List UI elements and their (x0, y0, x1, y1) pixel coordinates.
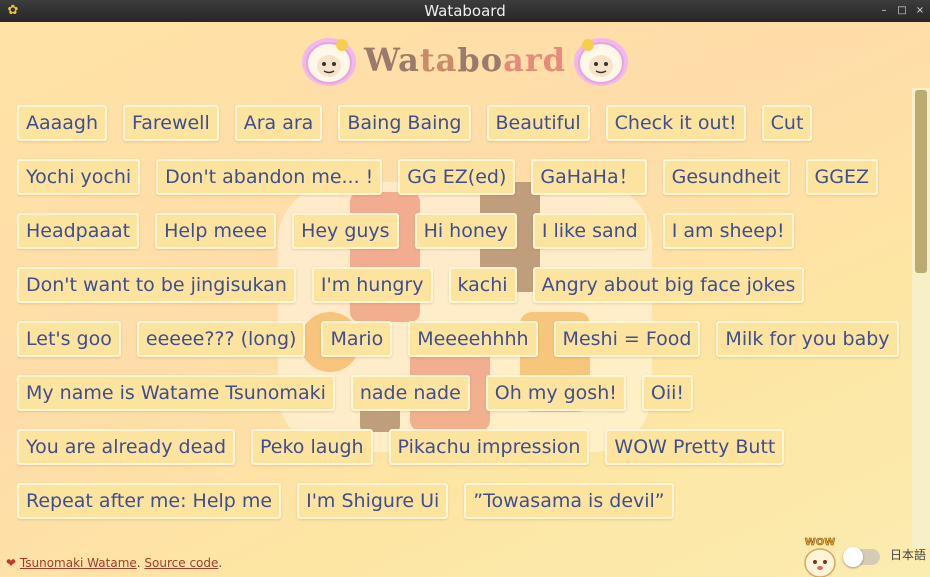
sound-button[interactable]: GaHaHa！ (531, 159, 647, 195)
sound-button[interactable]: Gesundheit (662, 159, 790, 195)
app-body: Wataboard Aaaagh Farewell Ara ara Baing Bai… (0, 22, 930, 577)
sound-button-list: Aaaagh Farewell Ara ara Baing Baing Beautifu… (17, 105, 902, 535)
sound-button[interactable]: Farewell (123, 105, 219, 141)
sound-button[interactable]: Don't want to be jingisukan (17, 267, 296, 303)
sound-button[interactable]: Help meee (155, 213, 277, 249)
sound-button[interactable]: Meshi = Food (553, 321, 701, 357)
language-toggle-switch[interactable] (843, 547, 880, 567)
sound-button[interactable]: My name is Watame Tsunomaki (17, 375, 335, 411)
sound-button[interactable]: Meeeehhhh (408, 321, 538, 357)
wow-mascot-icon: WOW (804, 537, 836, 577)
sound-button[interactable]: GGEZ (805, 159, 879, 195)
sound-button[interactable]: I'm hungry (311, 267, 433, 303)
app-footer: ❤ Tsunomaki Watame. Source code. WOW 日本語 (0, 535, 930, 577)
sound-button[interactable]: Cut (761, 105, 813, 141)
language-toggle-label: 日本語 (890, 548, 927, 562)
footer-credits: ❤ Tsunomaki Watame. Source code. (6, 556, 223, 570)
sound-button[interactable]: Aaaagh (17, 105, 108, 141)
close-button[interactable]: × (913, 3, 927, 19)
vertical-scrollbar[interactable] (912, 88, 930, 548)
sound-button[interactable]: I like sand (532, 213, 647, 249)
sound-button[interactable]: Ara ara (234, 105, 323, 141)
sound-button[interactable]: Milk for you baby (716, 321, 899, 357)
window-titlebar: ✿ Wataboard – □ × (0, 0, 930, 22)
scrollbar-thumb[interactable] (915, 90, 927, 273)
wataboard-logo: Wataboard (363, 41, 567, 79)
sound-button[interactable]: I am sheep! (662, 213, 794, 249)
source-code-link[interactable]: Source code (144, 556, 218, 570)
toggle-knob[interactable] (843, 547, 863, 567)
heart-icon: ❤ (6, 556, 17, 570)
sound-button[interactable]: You are already dead (17, 429, 236, 465)
sound-button[interactable]: Don't abandon me... ! (156, 159, 383, 195)
sound-button[interactable]: kachi (448, 267, 517, 303)
sheep-logo-left-icon (301, 38, 356, 86)
sound-button[interactable]: Yochi yochi (17, 159, 141, 195)
sound-button[interactable]: Angry about big face jokes (532, 267, 805, 303)
sound-button[interactable]: GG EZ(ed) (398, 159, 516, 195)
sound-button[interactable]: I'm Shigure Ui (297, 483, 449, 519)
window-title: Wataboard (424, 2, 506, 20)
sound-button[interactable]: nade nade (350, 375, 470, 411)
sound-button[interactable]: Peko laugh (251, 429, 373, 465)
sound-button[interactable]: Pikachu impression (388, 429, 590, 465)
sound-button[interactable]: Headpaaat (17, 213, 140, 249)
sound-button[interactable]: Beautiful (486, 105, 590, 141)
sound-button-grid: Aaaagh Farewell Ara ara Baing Baing Beautifu… (17, 105, 902, 535)
sound-button[interactable]: WOW Pretty Butt (605, 429, 785, 465)
sound-button[interactable]: Oh my gosh! (485, 375, 626, 411)
svg-text:WOW: WOW (805, 537, 836, 548)
minimize-button[interactable]: – (877, 3, 891, 19)
sound-button[interactable]: Check it out! (605, 105, 746, 141)
app-header: Wataboard (0, 30, 930, 90)
sound-button[interactable]: Hey guys (292, 213, 399, 249)
sound-button[interactable]: Mario (321, 321, 393, 357)
sound-button[interactable]: Baing Baing (338, 105, 471, 141)
sound-button[interactable]: eeeee??? (long) (136, 321, 306, 357)
sound-button[interactable]: Repeat after me: Help me (17, 483, 282, 519)
author-link[interactable]: Tsunomaki Watame (20, 556, 137, 570)
sheep-logo-right-icon (574, 38, 629, 86)
sound-button[interactable]: Oii! (641, 375, 694, 411)
maximize-button[interactable]: □ (895, 3, 909, 19)
sound-button[interactable]: ”Towasama is devil” (464, 483, 674, 519)
sound-button[interactable]: Hi honey (414, 213, 517, 249)
sound-button[interactable]: Let's goo (17, 321, 121, 357)
